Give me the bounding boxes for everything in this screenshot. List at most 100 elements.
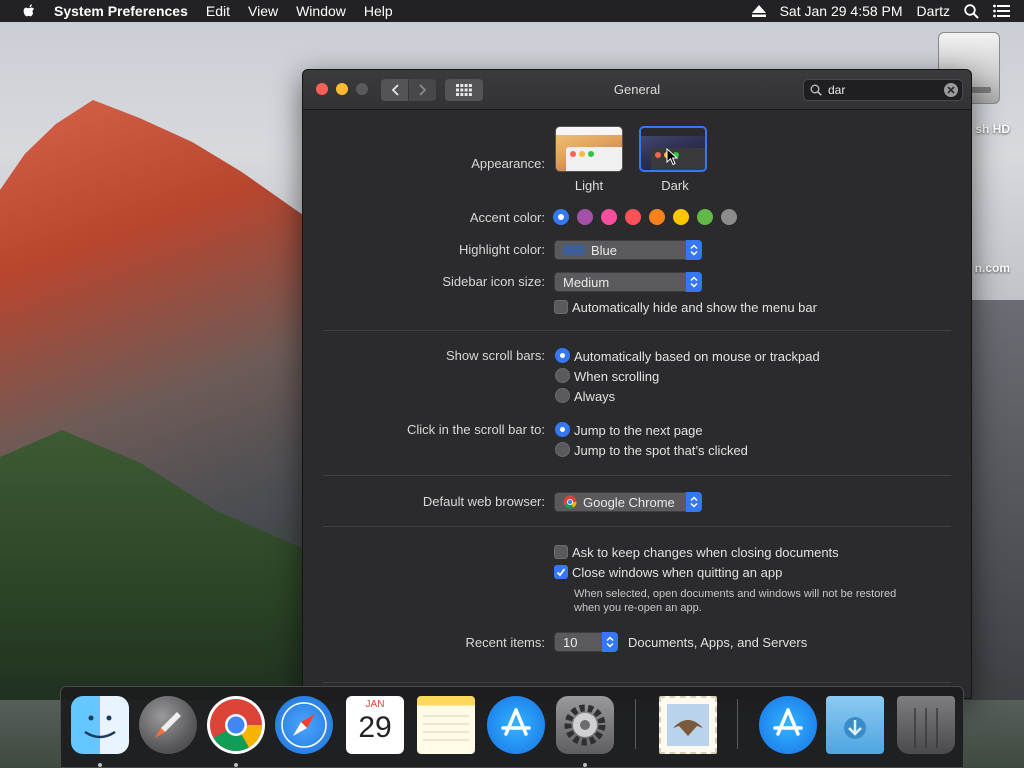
highlight-color-label: Highlight color: [459,242,545,257]
accent-color-swatch-2[interactable] [601,209,617,225]
spotlight-search-icon[interactable] [964,3,979,19]
menu-bar-autohide-checkbox[interactable] [554,300,568,314]
menu-bar-autohide-label: Automatically hide and show the menu bar [572,300,817,315]
dock-downloads-folder[interactable] [826,696,884,754]
accent-color-swatch-4[interactable] [649,209,665,225]
sidebar-icon-size-value: Medium [563,274,610,290]
close-icon [947,86,955,94]
dock-launchpad[interactable] [139,696,197,754]
dock-chrome[interactable] [207,696,265,754]
scroll-always-radio[interactable] [555,388,570,403]
rocket-icon [155,712,181,738]
accent-color-swatches [553,209,743,227]
menu-window[interactable]: Window [296,3,346,19]
default-browser-label: Default web browser: [422,494,545,509]
general-preferences-window: General Appearance: Light [302,69,972,699]
dock-calendar[interactable]: JAN 29 [346,696,404,754]
notes-icon [423,715,469,741]
recent-items-popup[interactable]: 10 [554,632,618,652]
dock-app-store[interactable] [487,696,545,754]
checkmark-icon [556,568,566,577]
desktop-label-file: n.com [974,261,1010,275]
search-field[interactable] [803,79,963,101]
recent-items-suffix: Documents, Apps, and Servers [628,635,808,650]
sidebar-icon-size-label: Sidebar icon size: [442,274,545,289]
download-arrow-icon [844,717,866,739]
dock-trash[interactable] [897,696,955,754]
menu-user[interactable]: Dartz [917,3,950,19]
chevron-updown-icon [686,272,702,292]
preferences-content: Appearance: Light Dark Accent color: Hig… [303,110,971,698]
dock-notes[interactable] [417,696,475,754]
desktop-label-hd: sh HD [975,122,1010,136]
recent-items-label: Recent items: [465,635,545,650]
compass-icon [281,702,327,748]
menu-view[interactable]: View [248,3,278,19]
dock-running-indicator [234,763,238,767]
section-divider [323,526,951,527]
accent-color-swatch-6[interactable] [697,209,713,225]
chrome-icon [563,495,577,509]
apple-icon[interactable] [20,4,40,18]
scroll-auto-label: Automatically based on mouse or trackpad [574,349,820,364]
wallpaper-right [964,300,1024,700]
dock-separator [737,699,738,749]
appearance-light-caption: Light [574,178,604,193]
default-browser-value: Google Chrome [583,494,675,510]
jump-next-page-radio[interactable] [555,422,570,437]
chevron-updown-icon [686,240,702,260]
close-windows-checkbox[interactable] [554,565,568,579]
dock-separator [635,699,636,749]
menu-help[interactable]: Help [364,3,393,19]
search-input[interactable] [828,83,938,97]
jump-spot-clicked-radio[interactable] [555,442,570,457]
eject-icon[interactable] [751,5,766,17]
dock-system-preferences[interactable] [556,696,614,754]
trash-icon [914,708,938,748]
sidebar-icon-size-popup[interactable]: Medium [554,272,702,292]
highlight-color-popup[interactable]: Blue [554,240,702,260]
accent-color-swatch-3[interactable] [625,209,641,225]
ask-keep-changes-checkbox[interactable] [554,545,568,559]
dock-safari[interactable] [275,696,333,754]
scroll-when-scrolling-radio[interactable] [555,368,570,383]
section-divider [323,330,951,331]
dock-app-store-downloads[interactable] [759,696,817,754]
notification-center-icon[interactable] [993,4,1010,18]
chevron-updown-icon [686,492,702,512]
appearance-light-thumbnail[interactable] [555,126,623,172]
highlight-swatch [563,245,585,255]
jump-spot-clicked-label: Jump to the spot that’s clicked [574,443,748,458]
dock: JAN 29 [60,686,964,768]
calendar-day: 29 [358,711,392,744]
dock-running-indicator [583,763,587,767]
scroll-auto-radio[interactable] [555,348,570,363]
dock-mail-stamp[interactable] [659,696,717,754]
search-icon [810,84,822,96]
scroll-when-scrolling-label: When scrolling [574,369,660,384]
menu-edit[interactable]: Edit [206,3,230,19]
mouse-pointer-icon [666,148,678,166]
dock-running-indicator [98,763,102,767]
menu-datetime[interactable]: Sat Jan 29 4:58 PM [780,3,903,19]
ask-keep-changes-label: Ask to keep changes when closing documen… [572,545,839,560]
dock-finder[interactable] [71,696,129,754]
close-windows-note-line1: When selected, open documents and window… [574,588,897,600]
finder-icon [84,715,116,739]
accent-color-swatch-1[interactable] [577,209,593,225]
accent-color-swatch-0[interactable] [553,209,569,225]
close-windows-note-line2: when you re-open an app. [574,602,702,614]
menu-app-name[interactable]: System Preferences [54,3,188,19]
window-titlebar[interactable]: General [303,70,971,110]
menu-bar: System Preferences Edit View Window Help… [0,0,1024,22]
accent-color-swatch-7[interactable] [721,209,737,225]
accent-color-swatch-5[interactable] [673,209,689,225]
calendar-month: JAN [365,699,385,710]
default-browser-popup[interactable]: Google Chrome [554,492,702,512]
close-windows-label: Close windows when quitting an app [572,565,783,580]
appearance-dark-caption: Dark [661,178,689,193]
gear-icon [564,704,606,746]
highlight-color-value: Blue [591,242,618,258]
clear-search-button[interactable] [944,83,958,97]
app-store-icon [501,708,531,736]
